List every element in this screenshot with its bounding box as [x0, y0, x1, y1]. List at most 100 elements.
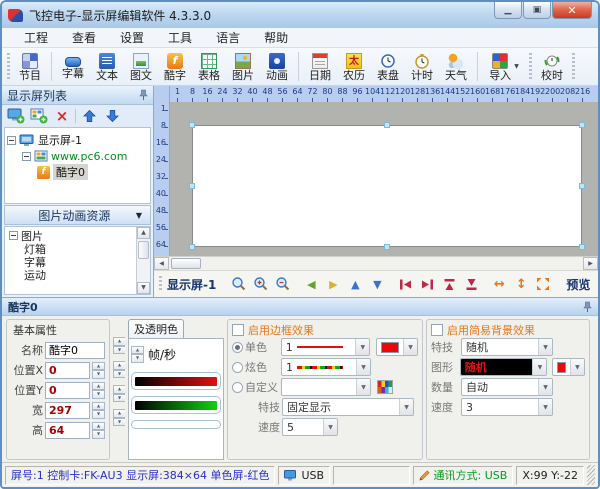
horizontal-scrollbar[interactable]: ◀ ▶: [154, 256, 598, 270]
resources-header[interactable]: 图片动画资源 ▼: [4, 205, 151, 225]
align-right-button[interactable]: [416, 274, 438, 294]
bg-count-select[interactable]: 自动 ▼: [461, 378, 553, 396]
zoom-in-button[interactable]: [250, 274, 272, 294]
scrollbar-thumb[interactable]: [138, 241, 149, 259]
move-down-button[interactable]: [102, 107, 122, 126]
nudge-left-button[interactable]: ◀: [300, 274, 322, 294]
bg-color-select[interactable]: ▼: [552, 358, 585, 376]
pin-icon[interactable]: [583, 301, 592, 313]
menu-help[interactable]: 帮助: [252, 27, 300, 48]
single-color-radio[interactable]: [232, 342, 243, 353]
tree-item-screen[interactable]: 显示屏-1: [7, 132, 148, 148]
resize-handle[interactable]: [579, 244, 585, 250]
toolbar-button-text[interactable]: 文本: [90, 49, 124, 84]
custom-radio[interactable]: [232, 382, 243, 393]
scrollbar-thumb[interactable]: [171, 258, 201, 269]
tab-color-transparency[interactable]: 及透明色: [128, 319, 184, 338]
stepper[interactable]: ▲▼: [113, 361, 125, 378]
resize-handle[interactable]: [579, 122, 585, 128]
resources-scrollbar[interactable]: ▲ ▼: [136, 227, 150, 294]
blue-channel-slider[interactable]: [131, 420, 221, 429]
minimize-button[interactable]: ▁: [494, 2, 522, 19]
scroll-right-icon[interactable]: ▶: [583, 257, 598, 270]
fit-screen-button[interactable]: [532, 274, 554, 294]
stepper[interactable]: ▲▼: [113, 385, 125, 402]
design-canvas[interactable]: [170, 102, 598, 256]
bg-effect-mode-select[interactable]: 随机 ▼: [461, 338, 553, 356]
border-effect-checkbox[interactable]: [232, 324, 244, 336]
toolbar-button-dial[interactable]: 表盘: [371, 49, 405, 84]
pin-icon[interactable]: [139, 89, 148, 101]
bg-shape-select[interactable]: 随机 ▼: [460, 358, 548, 376]
bg-speed-select[interactable]: 3 ▼: [461, 398, 553, 416]
nudge-right-button[interactable]: ▶: [322, 274, 344, 294]
toolbar-button-date[interactable]: 日期: [303, 49, 337, 84]
pos-x-stepper[interactable]: ▲▼: [92, 362, 105, 379]
border-effect-mode-select[interactable]: 固定显示 ▼: [282, 398, 414, 416]
add-screen-button[interactable]: [6, 107, 26, 126]
resize-handle[interactable]: [189, 183, 195, 189]
toolbar-button-pictext[interactable]: 图文: [124, 49, 158, 84]
fps-stepper[interactable]: ▲▼: [131, 346, 144, 363]
resize-handle[interactable]: [384, 244, 390, 250]
pos-y-stepper[interactable]: ▲▼: [92, 382, 105, 399]
menu-view[interactable]: 查看: [60, 27, 108, 48]
menu-settings[interactable]: 设置: [108, 27, 156, 48]
menu-tools[interactable]: 工具: [156, 27, 204, 48]
resource-item[interactable]: 运动: [9, 268, 136, 281]
scroll-up-icon[interactable]: ▲: [137, 227, 150, 239]
add-program-button[interactable]: [29, 107, 49, 126]
collapse-icon[interactable]: [9, 231, 18, 240]
stretch-vertical-button[interactable]: ↕: [510, 274, 532, 294]
green-channel-slider[interactable]: [131, 396, 221, 414]
name-field[interactable]: 酷字0: [45, 342, 105, 359]
toolbar-button-picture[interactable]: 图片: [226, 49, 260, 84]
stretch-horizontal-button[interactable]: ↔: [488, 274, 510, 294]
toolbar-button-lunar[interactable]: 农历: [337, 49, 371, 84]
red-channel-slider[interactable]: [131, 372, 221, 390]
collapse-icon[interactable]: [7, 136, 16, 145]
width-field[interactable]: 297: [45, 402, 90, 419]
zoom-normal-button[interactable]: [228, 274, 250, 294]
display-region[interactable]: [192, 125, 582, 247]
collapse-icon[interactable]: [22, 152, 31, 161]
resize-handle[interactable]: [384, 122, 390, 128]
toolbar-button-import[interactable]: 导入 ▼: [482, 49, 526, 84]
toolbar-button-table[interactable]: 表格: [192, 49, 226, 84]
stepper[interactable]: ▲▼: [113, 409, 125, 426]
border-speed-select[interactable]: 5 ▼: [282, 418, 338, 436]
align-left-button[interactable]: [394, 274, 416, 294]
resize-grip[interactable]: [587, 465, 595, 485]
toolbar-button-kooltext[interactable]: 酷字: [158, 49, 192, 84]
zoom-out-button[interactable]: [272, 274, 294, 294]
toolbar-button-timer[interactable]: 计时: [405, 49, 439, 84]
single-color-select[interactable]: 1 ▼: [281, 338, 370, 356]
maximize-button[interactable]: ▣: [523, 2, 551, 19]
height-stepper[interactable]: ▲▼: [92, 422, 105, 439]
move-up-button[interactable]: [79, 107, 99, 126]
toolbar-button-timesync[interactable]: 校时: [535, 49, 569, 84]
nudge-down-button[interactable]: ▼: [366, 274, 388, 294]
pos-x-field[interactable]: 0: [45, 362, 90, 379]
border-color-select[interactable]: ▼: [376, 338, 418, 356]
toolbar-button-weather[interactable]: 天气: [439, 49, 473, 84]
menu-language[interactable]: 语言: [204, 27, 252, 48]
close-button[interactable]: ✕: [552, 2, 592, 19]
resize-handle[interactable]: [579, 183, 585, 189]
palette-button[interactable]: [377, 380, 393, 394]
align-bottom-button[interactable]: [460, 274, 482, 294]
resize-handle[interactable]: [189, 122, 195, 128]
nudge-up-button[interactable]: ▲: [344, 274, 366, 294]
tree-item-program[interactable]: www.pc6.com: [7, 148, 148, 164]
colorful-select[interactable]: 1 ▼: [281, 358, 371, 376]
toolbar-button-subtitle[interactable]: 字幕: [56, 49, 90, 84]
pos-y-field[interactable]: 0: [45, 382, 90, 399]
tree-item-kooltext[interactable]: f 酷字0: [7, 164, 148, 180]
menu-project[interactable]: 工程: [12, 27, 60, 48]
scroll-down-icon[interactable]: ▼: [137, 282, 150, 294]
preview-play-button[interactable]: [594, 274, 598, 294]
resize-handle[interactable]: [189, 244, 195, 250]
align-top-button[interactable]: [438, 274, 460, 294]
toolbar-button-program[interactable]: 节目: [13, 49, 47, 84]
delete-button[interactable]: ×: [52, 107, 72, 126]
